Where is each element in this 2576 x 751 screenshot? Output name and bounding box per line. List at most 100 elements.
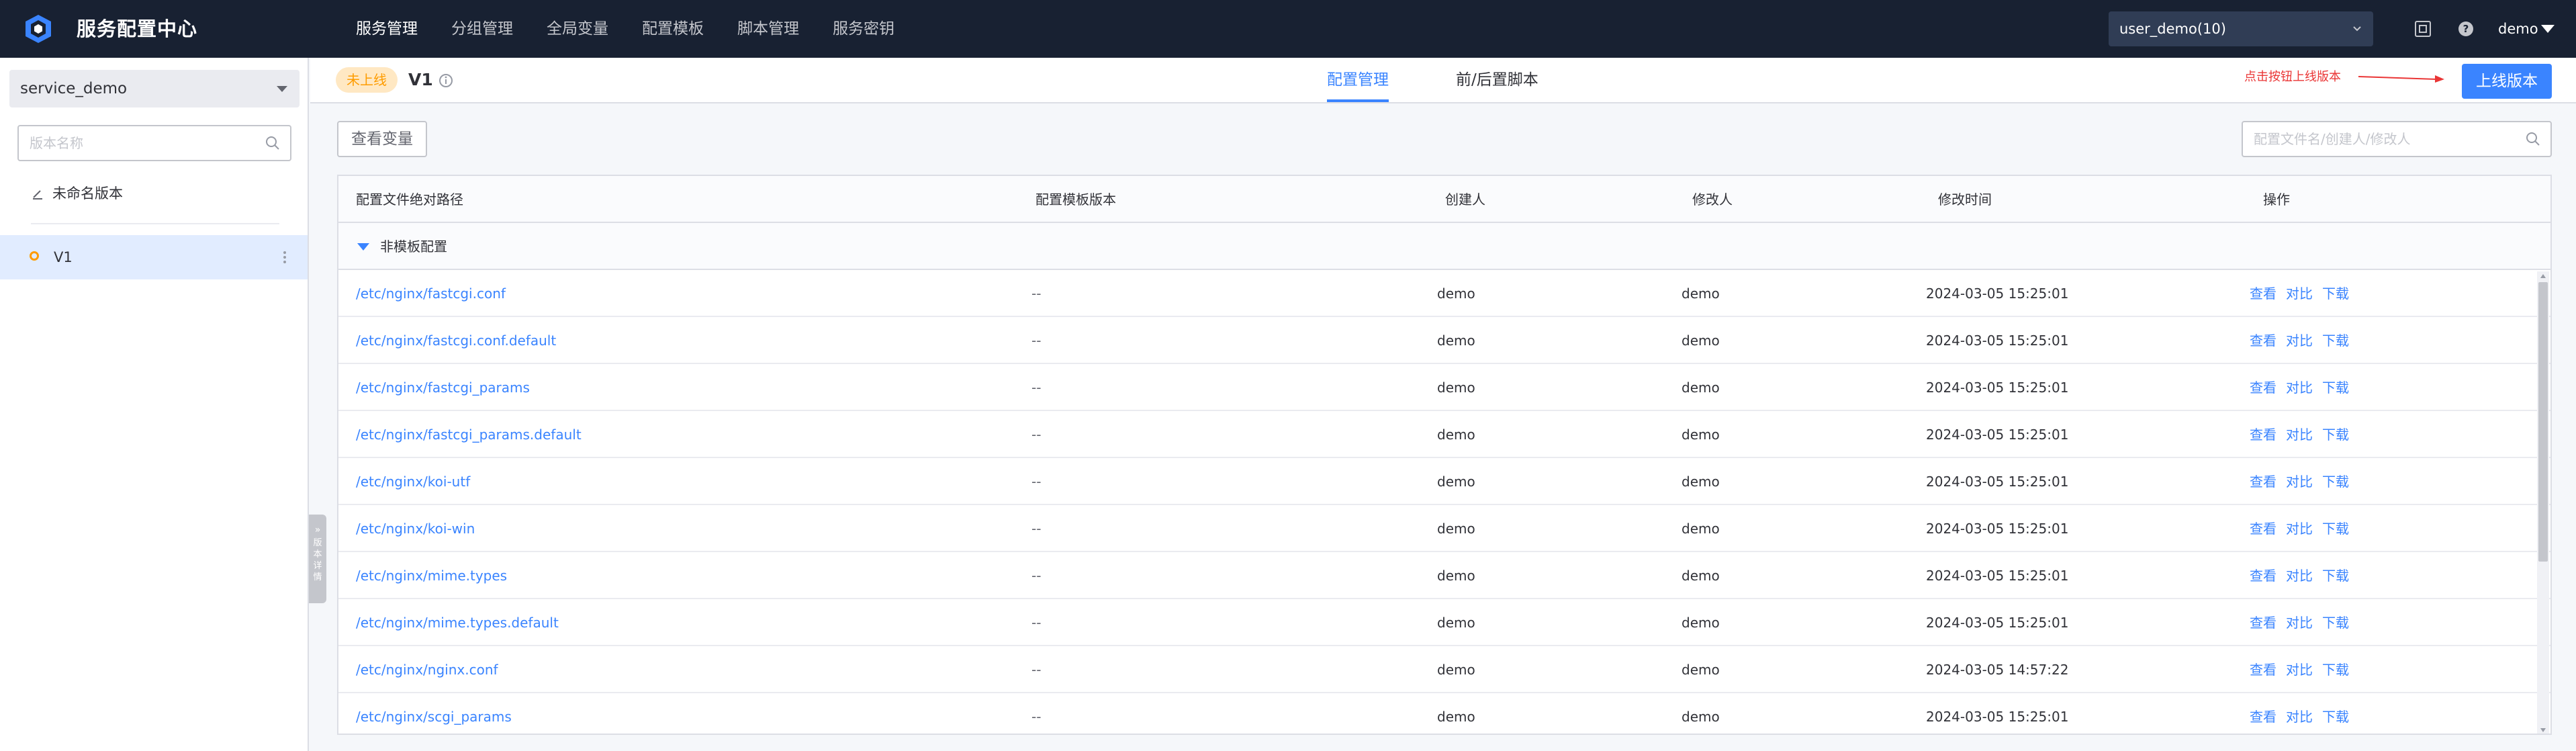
sidebar-divider bbox=[31, 223, 279, 224]
service-select[interactable]: service_demo bbox=[9, 70, 300, 107]
version-item-v1[interactable]: V1 bbox=[0, 235, 308, 279]
download-action-link[interactable]: 下载 bbox=[2322, 474, 2349, 490]
qrcode-icon[interactable] bbox=[2413, 19, 2432, 38]
compare-action-link[interactable]: 对比 bbox=[2286, 333, 2313, 349]
download-action-link[interactable]: 下载 bbox=[2322, 333, 2349, 349]
nav-item-global-vars[interactable]: 全局变量 bbox=[547, 0, 608, 58]
compare-action-link[interactable]: 对比 bbox=[2286, 568, 2313, 584]
more-icon[interactable] bbox=[282, 250, 287, 265]
nav-item-service-manage[interactable]: 服务管理 bbox=[356, 0, 418, 58]
nav-item-group-manage[interactable]: 分组管理 bbox=[451, 0, 513, 58]
unnamed-version-item[interactable]: 未命名版本 bbox=[31, 181, 123, 206]
row-actions: 查看 对比 下载 bbox=[2250, 317, 2358, 364]
download-action-link[interactable]: 下载 bbox=[2322, 285, 2349, 302]
creator-cell: demo bbox=[1437, 380, 1475, 396]
scroll-up-icon[interactable] bbox=[2540, 274, 2546, 278]
row-actions: 查看 对比 下载 bbox=[2250, 364, 2358, 411]
table-row: /etc/nginx/mime.types -- demo demo 2024-03-0… bbox=[338, 552, 2550, 599]
table-row: /etc/nginx/mime.types.default -- demo demo 2… bbox=[338, 599, 2550, 646]
updated-time-cell: 2024-03-05 15:25:01 bbox=[1926, 427, 2069, 443]
config-path-link[interactable]: /etc/nginx/fastcgi_params bbox=[356, 364, 530, 411]
download-action-link[interactable]: 下载 bbox=[2322, 709, 2349, 725]
chevron-down-icon bbox=[2353, 26, 2361, 32]
row-actions: 查看 对比 下载 bbox=[2250, 693, 2358, 734]
search-icon bbox=[2526, 132, 2540, 146]
scrollbar-thumb[interactable] bbox=[2538, 282, 2548, 562]
row-actions: 查看 对比 下载 bbox=[2250, 458, 2358, 505]
creator-cell: demo bbox=[1437, 474, 1475, 490]
user-name[interactable]: demo bbox=[2498, 0, 2538, 58]
download-action-link[interactable]: 下载 bbox=[2322, 380, 2349, 396]
business-select[interactable]: user_demo(10) bbox=[2109, 11, 2373, 46]
nav-item-config-templates[interactable]: 配置模板 bbox=[642, 0, 704, 58]
config-path-link[interactable]: /etc/nginx/mime.types.default bbox=[356, 599, 559, 646]
creator-cell: demo bbox=[1437, 333, 1475, 349]
view-action-link[interactable]: 查看 bbox=[2250, 285, 2276, 302]
view-action-link[interactable]: 查看 bbox=[2250, 662, 2276, 678]
version-title: V1 bbox=[408, 70, 433, 89]
template-version-cell: -- bbox=[1031, 709, 1042, 725]
table-scrollbar[interactable] bbox=[2537, 271, 2549, 734]
table-row: /etc/nginx/nginx.conf -- demo demo 2024-03-0… bbox=[338, 646, 2550, 693]
scroll-down-icon[interactable] bbox=[2540, 728, 2546, 732]
view-action-link[interactable]: 查看 bbox=[2250, 380, 2276, 396]
compare-action-link[interactable]: 对比 bbox=[2286, 521, 2313, 537]
config-path-link[interactable]: /etc/nginx/nginx.conf bbox=[356, 646, 498, 693]
config-path-link[interactable]: /etc/nginx/fastcgi_params.default bbox=[356, 411, 582, 458]
download-action-link[interactable]: 下载 bbox=[2322, 568, 2349, 584]
config-path-link[interactable]: /etc/nginx/fastcgi.conf bbox=[356, 270, 506, 317]
publish-version-button[interactable]: 上线版本 bbox=[2462, 64, 2552, 99]
table-body: /etc/nginx/fastcgi.conf -- demo demo 2024-03… bbox=[338, 270, 2550, 734]
tab-config-manage[interactable]: 配置管理 bbox=[1327, 58, 1389, 102]
download-action-link[interactable]: 下载 bbox=[2322, 427, 2349, 443]
view-action-link[interactable]: 查看 bbox=[2250, 521, 2276, 537]
version-detail-toggle[interactable]: » 版本详情 bbox=[309, 515, 326, 603]
service-select-value: service_demo bbox=[20, 80, 128, 97]
config-path-link[interactable]: /etc/nginx/scgi_params bbox=[356, 693, 512, 734]
view-action-link[interactable]: 查看 bbox=[2250, 568, 2276, 584]
help-icon[interactable]: ? bbox=[2456, 19, 2475, 38]
nav-item-service-keys[interactable]: 服务密钥 bbox=[833, 0, 894, 58]
reviser-cell: demo bbox=[1682, 568, 1720, 584]
view-action-link[interactable]: 查看 bbox=[2250, 427, 2276, 443]
config-path-link[interactable]: /etc/nginx/koi-win bbox=[356, 505, 475, 552]
arrow-right-icon bbox=[2358, 75, 2444, 83]
config-group-row[interactable]: 非模板配置 bbox=[338, 223, 2550, 270]
compare-action-link[interactable]: 对比 bbox=[2286, 380, 2313, 396]
compare-action-link[interactable]: 对比 bbox=[2286, 615, 2313, 631]
config-path-link[interactable]: /etc/nginx/fastcgi.conf.default bbox=[356, 317, 556, 364]
config-group-label: 非模板配置 bbox=[380, 238, 447, 255]
compare-action-link[interactable]: 对比 bbox=[2286, 285, 2313, 302]
logo-icon bbox=[26, 15, 51, 43]
view-action-link[interactable]: 查看 bbox=[2250, 709, 2276, 725]
caret-down-icon bbox=[357, 243, 369, 251]
version-search bbox=[17, 125, 291, 161]
reviser-cell: demo bbox=[1682, 615, 1720, 631]
config-path-link[interactable]: /etc/nginx/koi-utf bbox=[356, 458, 470, 505]
compare-action-link[interactable]: 对比 bbox=[2286, 427, 2313, 443]
reviser-cell: demo bbox=[1682, 380, 1720, 396]
view-action-link[interactable]: 查看 bbox=[2250, 615, 2276, 631]
download-action-link[interactable]: 下载 bbox=[2322, 521, 2349, 537]
compare-action-link[interactable]: 对比 bbox=[2286, 474, 2313, 490]
compare-action-link[interactable]: 对比 bbox=[2286, 709, 2313, 725]
view-action-link[interactable]: 查看 bbox=[2250, 474, 2276, 490]
nav-item-script-manage[interactable]: 脚本管理 bbox=[737, 0, 799, 58]
template-version-cell: -- bbox=[1031, 474, 1042, 490]
compare-action-link[interactable]: 对比 bbox=[2286, 662, 2313, 678]
version-search-input[interactable] bbox=[30, 126, 258, 160]
template-version-cell: -- bbox=[1031, 568, 1042, 584]
download-action-link[interactable]: 下载 bbox=[2322, 615, 2349, 631]
config-path-link[interactable]: /etc/nginx/mime.types bbox=[356, 552, 507, 599]
tab-pre-post-scripts[interactable]: 前/后置脚本 bbox=[1456, 58, 1538, 102]
updated-time-cell: 2024-03-05 15:25:01 bbox=[1926, 474, 2069, 490]
column-header-updated: 修改时间 bbox=[1938, 191, 1992, 208]
updated-time-cell: 2024-03-05 15:25:01 bbox=[1926, 521, 2069, 537]
user-menu-caret-icon[interactable] bbox=[2541, 25, 2555, 33]
view-variables-button[interactable]: 查看变量 bbox=[337, 121, 427, 157]
info-icon[interactable] bbox=[438, 73, 454, 89]
business-select-value: user_demo(10) bbox=[2119, 21, 2226, 37]
download-action-link[interactable]: 下载 bbox=[2322, 662, 2349, 678]
config-search-input[interactable] bbox=[2254, 122, 2516, 156]
view-action-link[interactable]: 查看 bbox=[2250, 333, 2276, 349]
